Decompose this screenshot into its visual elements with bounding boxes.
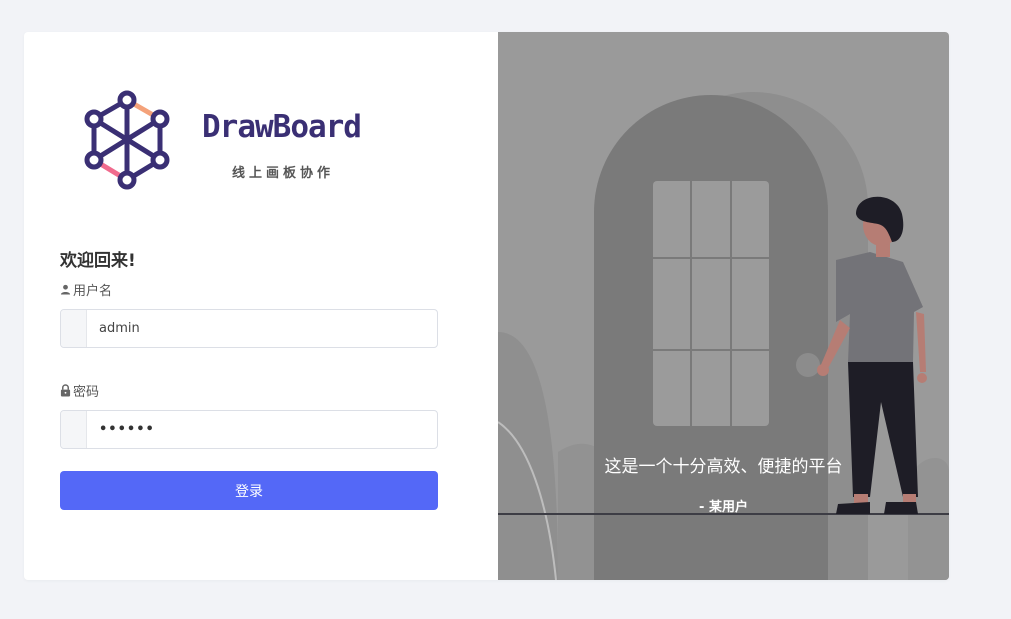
hero-panel: 这是一个十分高效、便捷的平台 - 某用户 xyxy=(498,32,949,580)
login-button[interactable]: 登录 xyxy=(60,471,438,510)
login-panel: DrawBoard 线上画板协作 欢迎回来! 用户名 密码 登 xyxy=(24,32,498,580)
drawboard-logo-icon xyxy=(84,90,170,190)
username-input-prefix xyxy=(61,310,87,347)
brand-name: DrawBoard xyxy=(202,109,362,145)
password-label-text: 密码 xyxy=(73,385,100,400)
login-card: DrawBoard 线上画板协作 欢迎回来! 用户名 密码 登 xyxy=(24,32,949,580)
lock-icon xyxy=(60,384,71,397)
password-field[interactable] xyxy=(60,410,438,449)
user-icon xyxy=(60,284,71,295)
password-input[interactable] xyxy=(87,411,437,448)
username-label-text: 用户名 xyxy=(73,284,113,299)
welcome-heading: 欢迎回来! xyxy=(60,251,136,271)
username-field[interactable] xyxy=(60,309,438,348)
password-label: 密码 xyxy=(60,381,99,400)
brand-subtitle: 线上画板协作 xyxy=(232,166,335,181)
username-input[interactable] xyxy=(87,310,437,347)
username-label: 用户名 xyxy=(60,280,112,299)
hero-quote-author: - 某用户 xyxy=(699,500,748,515)
hero-quote: 这是一个十分高效、便捷的平台 xyxy=(604,457,843,477)
password-input-prefix xyxy=(61,411,87,448)
